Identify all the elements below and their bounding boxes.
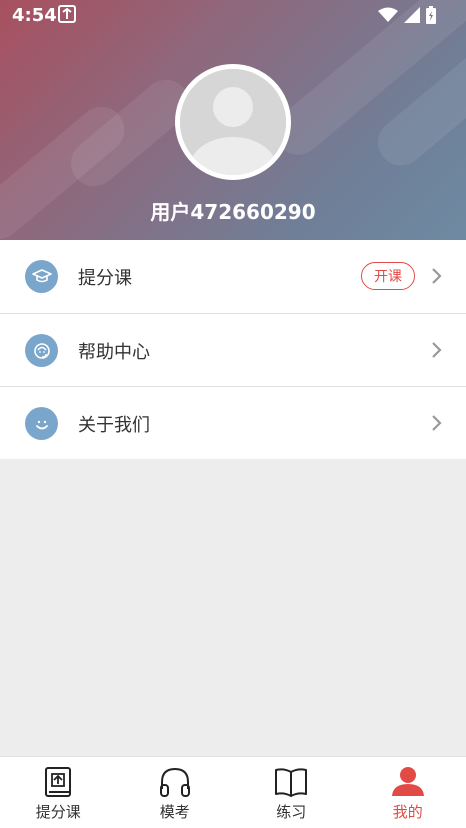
default-avatar-icon (180, 69, 286, 175)
status-time: 4:54 (12, 5, 57, 26)
tab-label: 练习 (276, 803, 307, 821)
status-bar: 4:54 (0, 0, 466, 32)
headphones-icon (159, 767, 190, 797)
signal-icon (404, 7, 420, 23)
tab-label: 提分课 (35, 803, 81, 821)
avatar[interactable] (175, 64, 291, 180)
book-upload-icon (45, 767, 72, 797)
menu-item-help-center[interactable]: 帮助中心 (0, 313, 466, 386)
chevron-right-icon (432, 415, 442, 431)
bottom-tab-bar: 提分课 模考 练习 我的 (0, 756, 466, 828)
profile-menu: 提分课 开课 帮助中心 关于我们 (0, 240, 466, 459)
tab-courses[interactable]: 提分课 (0, 757, 117, 828)
profile-header: 4:54 用户472660290 (0, 0, 466, 240)
username: 用户472660290 (150, 200, 316, 224)
menu-item-label: 帮助中心 (78, 342, 150, 363)
open-book-icon (275, 768, 308, 797)
battery-icon (426, 6, 436, 24)
menu-item-label: 关于我们 (78, 415, 150, 436)
menu-item-about-us[interactable]: 关于我们 (0, 386, 466, 459)
help-headset-icon (25, 334, 58, 367)
wifi-icon (378, 7, 398, 22)
smile-icon (25, 407, 58, 440)
tab-mine[interactable]: 我的 (350, 757, 466, 828)
graduation-cap-icon (25, 260, 58, 293)
menu-item-label: 提分课 (78, 268, 132, 289)
tab-label: 我的 (392, 803, 423, 821)
tab-practice[interactable]: 练习 (233, 757, 350, 828)
tab-mock-exam[interactable]: 模考 (117, 757, 234, 828)
tab-label: 模考 (159, 803, 190, 821)
person-icon (391, 767, 424, 796)
course-open-badge[interactable]: 开课 (361, 262, 415, 290)
chevron-right-icon (432, 342, 442, 358)
menu-item-courses[interactable]: 提分课 开课 (0, 240, 466, 313)
chevron-right-icon (432, 268, 442, 284)
app-notification-icon (58, 5, 76, 23)
